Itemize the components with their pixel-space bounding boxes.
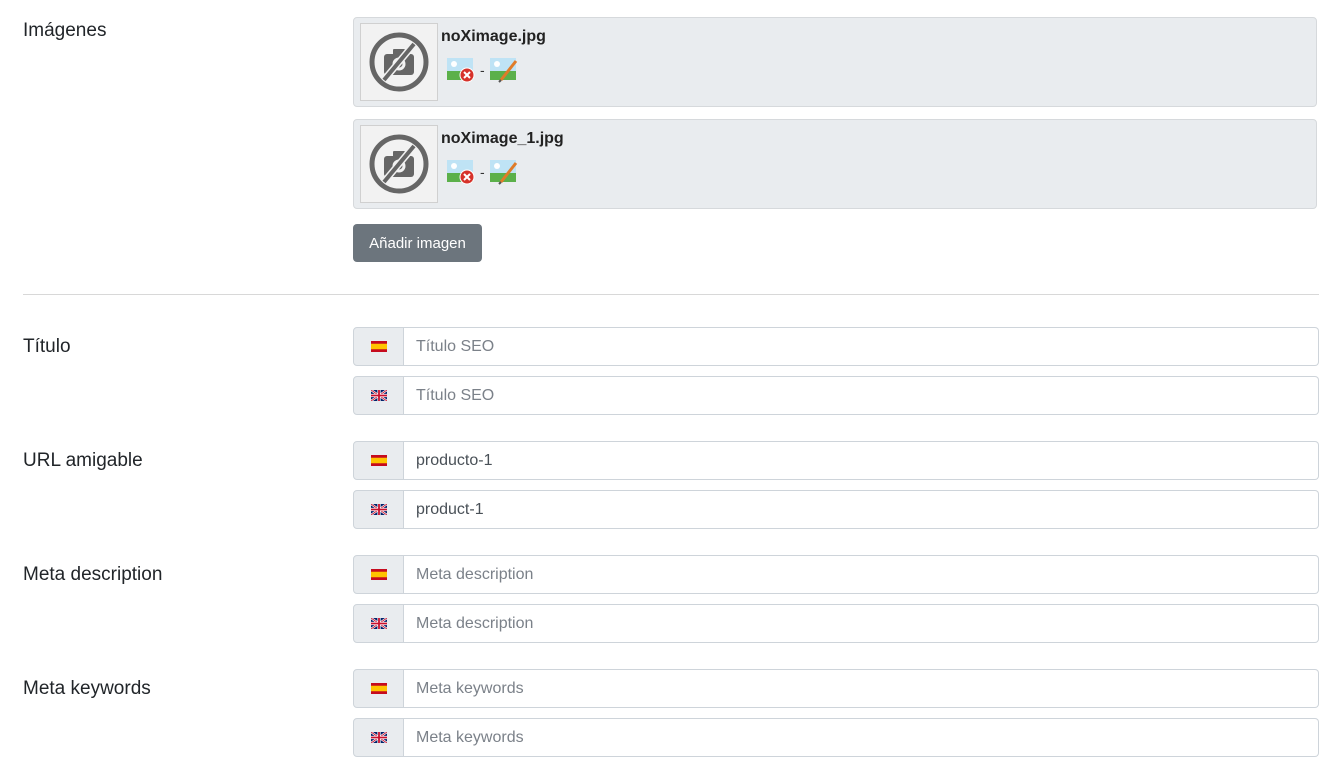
friendly-url-label: URL amigable — [23, 450, 143, 471]
action-separator: - — [480, 62, 485, 78]
spain-flag-icon — [370, 569, 387, 580]
language-prefix-es — [353, 327, 404, 366]
friendly-url-en-input[interactable] — [404, 490, 1319, 529]
language-prefix-en — [353, 718, 404, 757]
add-image-button[interactable]: Añadir imagen — [353, 224, 482, 262]
edit-image-icon[interactable] — [489, 158, 519, 186]
title-es-group — [353, 327, 1319, 366]
no-camera-icon — [369, 134, 429, 194]
edit-image-icon[interactable] — [489, 56, 519, 84]
image-filename: noXimage.jpg — [441, 28, 546, 45]
friendly-url-es-input[interactable] — [404, 441, 1319, 480]
no-camera-icon — [369, 32, 429, 92]
images-label: Imágenes — [23, 20, 107, 41]
title-label: Título — [23, 336, 71, 357]
meta-keywords-label: Meta keywords — [23, 678, 151, 699]
title-en-group — [353, 376, 1319, 415]
image-thumbnail — [360, 23, 438, 101]
action-separator: - — [480, 164, 485, 180]
uk-flag-icon — [370, 504, 387, 515]
language-prefix-es — [353, 669, 404, 708]
meta-keywords-en-input[interactable] — [404, 718, 1319, 757]
language-prefix-en — [353, 604, 404, 643]
spain-flag-icon — [370, 455, 387, 466]
image-item: noXimage_1.jpg - — [353, 119, 1317, 209]
meta-description-en-input[interactable] — [404, 604, 1319, 643]
friendly-url-en-group — [353, 490, 1319, 529]
meta-keywords-es-group — [353, 669, 1319, 708]
title-en-input[interactable] — [404, 376, 1319, 415]
image-filename: noXimage_1.jpg — [441, 130, 564, 147]
image-thumbnail — [360, 125, 438, 203]
spain-flag-icon — [370, 341, 387, 352]
delete-image-icon[interactable] — [446, 56, 476, 84]
language-prefix-es — [353, 555, 404, 594]
section-divider — [23, 294, 1319, 295]
title-es-input[interactable] — [404, 327, 1319, 366]
image-item: noXimage.jpg - — [353, 17, 1317, 107]
uk-flag-icon — [370, 390, 387, 401]
meta-keywords-es-input[interactable] — [404, 669, 1319, 708]
delete-image-icon[interactable] — [446, 158, 476, 186]
meta-keywords-en-group — [353, 718, 1319, 757]
friendly-url-es-group — [353, 441, 1319, 480]
meta-description-en-group — [353, 604, 1319, 643]
language-prefix-es — [353, 441, 404, 480]
meta-description-es-group — [353, 555, 1319, 594]
meta-description-label: Meta description — [23, 564, 163, 585]
uk-flag-icon — [370, 618, 387, 629]
uk-flag-icon — [370, 732, 387, 743]
language-prefix-en — [353, 376, 404, 415]
language-prefix-en — [353, 490, 404, 529]
spain-flag-icon — [370, 683, 387, 694]
meta-description-es-input[interactable] — [404, 555, 1319, 594]
